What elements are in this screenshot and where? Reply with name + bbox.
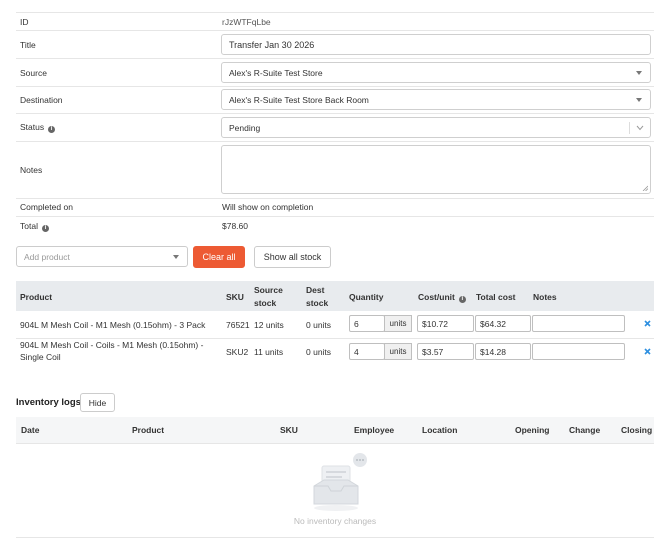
product-name: 904L M Mesh Coil - Coils - M1 Mesh (0.15… bbox=[20, 340, 204, 350]
notes-label: Notes bbox=[20, 165, 43, 175]
notes-input[interactable] bbox=[532, 343, 625, 360]
units-addon: units bbox=[384, 343, 412, 360]
id-label: ID bbox=[20, 17, 29, 27]
title-input-value: Transfer Jan 30 2026 bbox=[229, 39, 315, 50]
id-value: rJzWTFqLbe bbox=[222, 17, 271, 27]
empty-state-text: No inventory changes bbox=[293, 516, 377, 526]
product-name-line2: Single Coil bbox=[20, 352, 61, 362]
select-separator bbox=[629, 122, 630, 134]
divider bbox=[16, 86, 654, 87]
col-notes: Notes bbox=[533, 292, 557, 302]
info-icon[interactable]: i bbox=[48, 126, 56, 133]
col-dest-stock-2: stock bbox=[306, 298, 329, 308]
info-icon[interactable]: i bbox=[458, 296, 466, 303]
col-dest-stock-1: Dest bbox=[306, 285, 325, 295]
source-select-value: Alex's R-Suite Test Store bbox=[229, 67, 323, 78]
logs-table-header bbox=[16, 417, 654, 443]
title-label: Title bbox=[20, 40, 36, 50]
clear-all-button[interactable]: Clear all bbox=[193, 246, 245, 268]
empty-inbox-icon bbox=[313, 453, 367, 511]
divider bbox=[16, 58, 654, 59]
col-opening: Opening bbox=[515, 425, 550, 435]
notes-textarea[interactable] bbox=[221, 145, 651, 194]
dest-stock: 0 units bbox=[306, 320, 332, 330]
source-label: Source bbox=[20, 68, 47, 78]
col-location: Location bbox=[422, 425, 458, 435]
destination-select-value: Alex's R-Suite Test Store Back Room bbox=[229, 94, 369, 105]
remove-icon[interactable] bbox=[644, 320, 651, 327]
total-label: Total i bbox=[20, 221, 49, 232]
cost-unit-input[interactable]: $3.57 bbox=[417, 343, 474, 360]
divider bbox=[16, 198, 654, 199]
product-sku: 76521 bbox=[226, 320, 250, 330]
quantity-input[interactable]: 4 bbox=[349, 343, 385, 360]
col-source-stock-2: stock bbox=[254, 298, 277, 308]
source-select[interactable]: Alex's R-Suite Test Store bbox=[221, 62, 651, 83]
products-table-header bbox=[16, 281, 654, 311]
source-stock: 12 units bbox=[254, 320, 284, 330]
product-sku: SKU2 bbox=[226, 347, 249, 357]
destination-select[interactable]: Alex's R-Suite Test Store Back Room bbox=[221, 89, 651, 110]
product-name: 904L M Mesh Coil - M1 Mesh (0.15ohm) - 3… bbox=[20, 320, 206, 330]
col-sku: SKU bbox=[226, 292, 244, 302]
col-sku: SKU bbox=[280, 425, 298, 435]
total-value: $78.60 bbox=[222, 221, 248, 231]
chevron-down-icon bbox=[636, 125, 644, 131]
status-select[interactable]: Pending bbox=[221, 117, 651, 138]
divider bbox=[16, 12, 654, 13]
resize-handle-icon[interactable] bbox=[642, 185, 648, 191]
col-total-cost: Total cost bbox=[476, 292, 516, 302]
col-product: Product bbox=[20, 292, 53, 302]
remove-icon[interactable] bbox=[644, 348, 651, 355]
divider bbox=[16, 30, 654, 31]
col-product: Product bbox=[132, 425, 165, 435]
hide-button[interactable]: Hide bbox=[80, 393, 115, 412]
quantity-input[interactable]: 6 bbox=[349, 315, 385, 332]
inventory-logs-title: Inventory logs bbox=[16, 397, 81, 408]
divider bbox=[16, 216, 654, 217]
units-addon: units bbox=[384, 315, 412, 332]
source-stock: 11 units bbox=[254, 347, 284, 357]
col-date: Date bbox=[21, 425, 40, 435]
divider bbox=[16, 141, 654, 142]
table-row: 904L M Mesh Coil - Coils - M1 Mesh (0.15… bbox=[16, 339, 654, 366]
show-all-stock-button[interactable]: Show all stock bbox=[254, 246, 331, 268]
dest-stock: 0 units bbox=[306, 347, 332, 357]
divider bbox=[16, 537, 654, 538]
add-product-placeholder: Add product bbox=[24, 252, 70, 262]
divider bbox=[16, 113, 654, 114]
info-icon[interactable]: i bbox=[41, 225, 49, 232]
col-quantity: Quantity bbox=[349, 292, 384, 302]
status-label-text: Status bbox=[20, 122, 45, 132]
chevron-down-icon bbox=[173, 255, 179, 259]
col-employee: Employee bbox=[354, 425, 395, 435]
chevron-down-icon bbox=[636, 98, 642, 102]
notes-input[interactable] bbox=[532, 315, 625, 332]
col-change: Change bbox=[569, 425, 601, 435]
status-select-value: Pending bbox=[229, 122, 261, 133]
chevron-down-icon bbox=[636, 71, 642, 75]
col-closing: Closing bbox=[621, 425, 653, 435]
table-row: 904L M Mesh Coil - M1 Mesh (0.15ohm) - 3… bbox=[16, 311, 654, 338]
col-cost-unit: Cost/unit i bbox=[418, 292, 466, 303]
col-cost-unit-text: Cost/unit bbox=[418, 292, 455, 302]
total-label-text: Total bbox=[20, 221, 38, 231]
cost-unit-input[interactable]: $10.72 bbox=[417, 315, 474, 332]
status-label: Status i bbox=[20, 122, 56, 133]
total-cost-input[interactable]: $64.32 bbox=[475, 315, 531, 332]
title-input[interactable]: Transfer Jan 30 2026 bbox=[221, 34, 651, 55]
destination-label: Destination bbox=[20, 95, 63, 105]
total-cost-input[interactable]: $14.28 bbox=[475, 343, 531, 360]
col-source-stock-1: Source bbox=[254, 285, 283, 295]
completed-on-label: Completed on bbox=[20, 202, 73, 212]
divider bbox=[16, 443, 654, 444]
completed-on-value: Will show on completion bbox=[222, 202, 314, 212]
add-product-select[interactable]: Add product bbox=[16, 246, 188, 267]
